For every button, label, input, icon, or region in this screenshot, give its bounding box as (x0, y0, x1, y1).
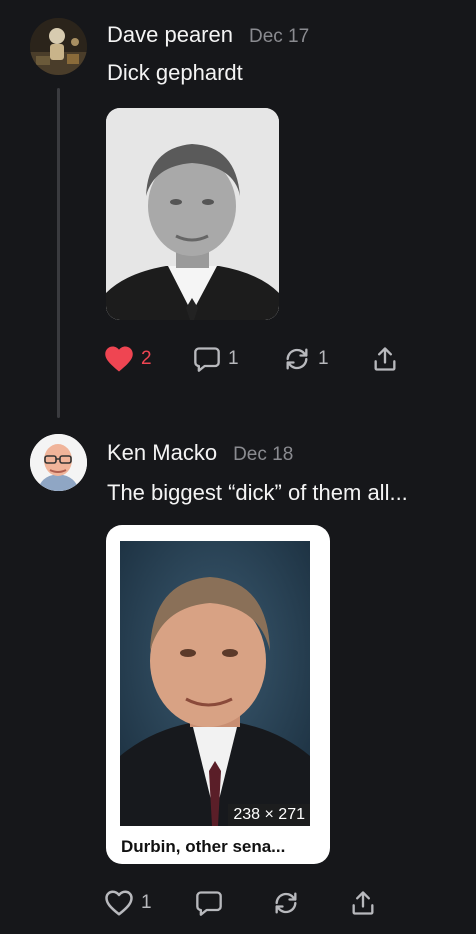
reply-icon (193, 345, 221, 373)
reply-button[interactable] (195, 886, 223, 920)
reply-count: 1 (228, 348, 239, 369)
repost-icon (283, 345, 311, 373)
post-image[interactable] (106, 108, 279, 320)
post-actions: 2 1 1 (104, 342, 424, 376)
avatar-ken[interactable] (30, 434, 87, 491)
reply-button[interactable]: 1 (193, 342, 239, 376)
thread-line (57, 88, 60, 418)
post-date[interactable]: Dec 17 (249, 26, 309, 48)
post-1[interactable]: Dave pearen Dec 17 Dick gephardt 2 1 1 (0, 0, 476, 420)
share-button[interactable] (349, 886, 377, 920)
heart-icon (104, 889, 134, 917)
heart-icon (104, 345, 134, 373)
share-icon (349, 889, 377, 917)
link-card-image: 238 × 271 (120, 541, 310, 826)
like-button[interactable]: 1 (104, 886, 152, 920)
share-icon (371, 345, 399, 373)
repost-button[interactable] (272, 886, 300, 920)
image-dimensions-badge: 238 × 271 (228, 804, 310, 826)
post-actions: 1 (104, 886, 424, 920)
post-date[interactable]: Dec 18 (233, 444, 293, 466)
repost-count: 1 (318, 348, 329, 369)
like-count: 1 (141, 892, 152, 913)
post-header: Dave pearen Dec 17 (107, 22, 309, 48)
post-header: Ken Macko Dec 18 (107, 440, 293, 466)
avatar-dave[interactable] (30, 18, 87, 75)
link-card-title: Durbin, other sena... (121, 837, 286, 856)
link-card[interactable]: 238 × 271 Durbin, other sena... (106, 525, 330, 864)
repost-button[interactable]: 1 (283, 342, 329, 376)
share-button[interactable] (371, 342, 399, 376)
post-2[interactable]: Ken Macko Dec 18 The biggest “dick” of t… (0, 420, 476, 934)
like-button[interactable]: 2 (104, 342, 152, 376)
author-name[interactable]: Dave pearen (107, 22, 233, 48)
like-count: 2 (141, 348, 152, 369)
repost-icon (272, 889, 300, 917)
post-text: Dick gephardt (107, 60, 243, 85)
reply-icon (195, 889, 223, 917)
author-name[interactable]: Ken Macko (107, 440, 217, 466)
post-text: The biggest “dick” of them all... (107, 480, 408, 505)
